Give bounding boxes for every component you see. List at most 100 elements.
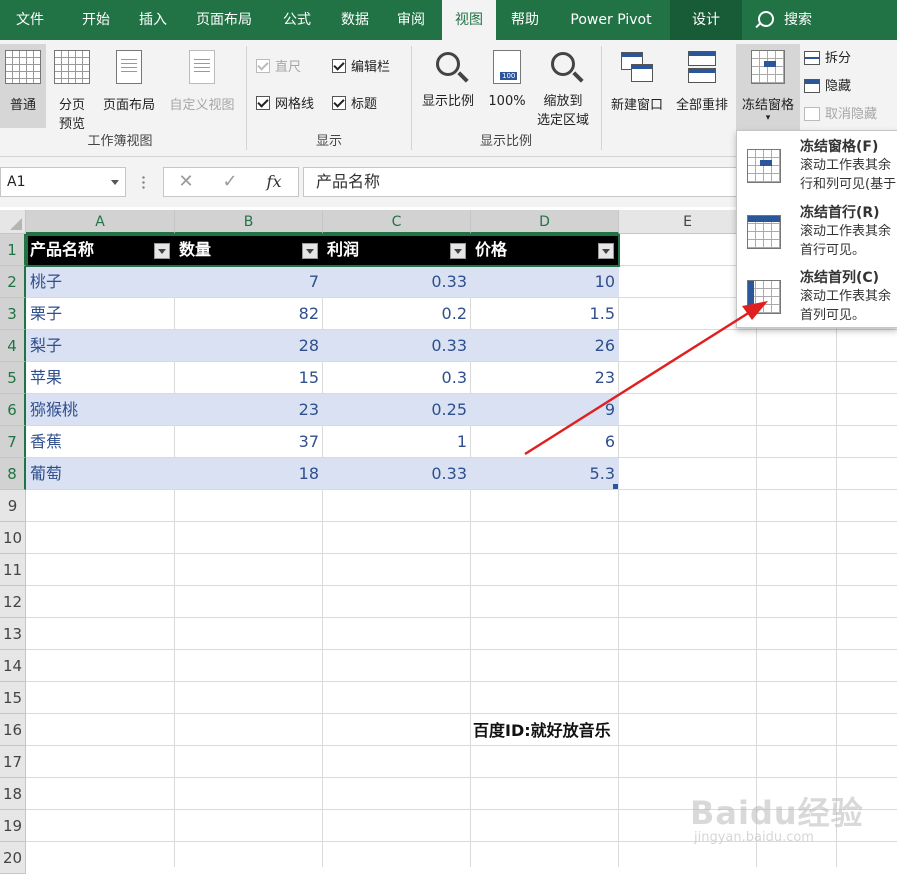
- arrange-all-button[interactable]: 全部重排: [670, 44, 734, 128]
- row-header-4[interactable]: 4: [0, 330, 26, 362]
- table-cell[interactable]: 0.33: [323, 330, 471, 361]
- insert-function-icon[interactable]: fx: [254, 168, 294, 196]
- table-cell[interactable]: 香蕉: [26, 426, 175, 457]
- tab-view[interactable]: 视图: [442, 0, 496, 40]
- row-header-2[interactable]: 2: [0, 266, 26, 298]
- tab-help[interactable]: 帮助: [498, 0, 552, 40]
- table-cell[interactable]: 1.5: [471, 298, 619, 329]
- column-header-c[interactable]: C: [323, 210, 471, 234]
- freeze-panes-button[interactable]: 冻结窗格 ▾: [736, 44, 800, 130]
- column-header-b[interactable]: B: [175, 210, 323, 234]
- table-cell[interactable]: 7: [175, 266, 323, 297]
- table-cell[interactable]: 82: [175, 298, 323, 329]
- column-header-a[interactable]: A: [26, 210, 175, 234]
- drag-handle[interactable]: [142, 175, 145, 189]
- tab-home[interactable]: 开始: [66, 0, 126, 40]
- table-cell[interactable]: 葡萄: [26, 458, 175, 489]
- tab-power-pivot[interactable]: Power Pivot: [558, 0, 664, 40]
- tab-page-layout[interactable]: 页面布局: [186, 0, 262, 40]
- chevron-down-icon[interactable]: [111, 180, 119, 185]
- filter-dropdown-icon[interactable]: [302, 243, 318, 259]
- table-cell[interactable]: 9: [471, 394, 619, 425]
- row-header-20[interactable]: 20: [0, 842, 26, 874]
- tab-data[interactable]: 数据: [326, 0, 384, 40]
- page-layout-view-button[interactable]: 页面布局: [96, 44, 162, 128]
- row-header-14[interactable]: 14: [0, 650, 26, 682]
- filter-dropdown-icon[interactable]: [450, 243, 466, 259]
- tab-design[interactable]: 设计: [670, 0, 742, 40]
- tab-review[interactable]: 审阅: [382, 0, 440, 40]
- table-cell[interactable]: 0.2: [323, 298, 471, 329]
- menu-item-freeze-first-column[interactable]: 冻结首列(C) 滚动工作表其余 首列可见。: [737, 264, 897, 328]
- row-header-17[interactable]: 17: [0, 746, 26, 778]
- row-header-5[interactable]: 5: [0, 362, 26, 394]
- table-header-cell[interactable]: 利润: [323, 234, 471, 266]
- menu-item-freeze-top-row[interactable]: 冻结首行(R) 滚动工作表其余 首行可见。: [737, 199, 897, 263]
- column-header-d[interactable]: D: [471, 210, 619, 234]
- table-cell[interactable]: 栗子: [26, 298, 175, 329]
- filter-dropdown-icon[interactable]: [598, 243, 614, 259]
- table-cell[interactable]: 23: [175, 394, 323, 425]
- zoom-button[interactable]: 显示比例: [416, 44, 480, 128]
- row-header-16[interactable]: 16: [0, 714, 26, 746]
- table-header-cell[interactable]: 数量: [175, 234, 323, 266]
- tab-formulas[interactable]: 公式: [268, 0, 326, 40]
- row-header-7[interactable]: 7: [0, 426, 26, 458]
- table-cell[interactable]: 0.25: [323, 394, 471, 425]
- zoom-to-selection-button[interactable]: 缩放到 选定区域: [530, 44, 596, 128]
- tab-insert[interactable]: 插入: [124, 0, 182, 40]
- table-cell[interactable]: 0.33: [323, 458, 471, 489]
- row-header-19[interactable]: 19: [0, 810, 26, 842]
- table-cell[interactable]: 桃子: [26, 266, 175, 297]
- table-cell[interactable]: 苹果: [26, 362, 175, 393]
- split-button[interactable]: 拆分: [804, 48, 851, 70]
- cancel-icon[interactable]: ✕: [166, 168, 206, 196]
- page-break-preview-button[interactable]: 分页 预览: [50, 44, 94, 132]
- table-cell[interactable]: 23: [471, 362, 619, 393]
- menu-item-freeze-panes[interactable]: 冻结窗格(F) 滚动工作表其余 行和列可见(基于: [737, 133, 897, 197]
- row-header-11[interactable]: 11: [0, 554, 26, 586]
- select-all-corner[interactable]: [0, 210, 26, 234]
- table-cell[interactable]: 1: [323, 426, 471, 457]
- row-header-10[interactable]: 10: [0, 522, 26, 554]
- enter-icon[interactable]: ✓: [210, 168, 250, 196]
- table-cell[interactable]: 0.3: [323, 362, 471, 393]
- row-header-1[interactable]: 1: [0, 234, 26, 266]
- table-resize-handle[interactable]: [613, 484, 618, 489]
- name-box[interactable]: A1: [0, 167, 126, 197]
- table-cell[interactable]: 10: [471, 266, 619, 297]
- table-cell[interactable]: 0.33: [323, 266, 471, 297]
- row-header-18[interactable]: 18: [0, 778, 26, 810]
- row-header-15[interactable]: 15: [0, 682, 26, 714]
- row-header-9[interactable]: 9: [0, 490, 26, 522]
- table-cell[interactable]: 26: [471, 330, 619, 361]
- unhide-button[interactable]: 取消隐藏: [804, 104, 877, 126]
- table-cell[interactable]: 猕猴桃: [26, 394, 175, 425]
- table-cell[interactable]: 37: [175, 426, 323, 457]
- filter-dropdown-icon[interactable]: [154, 243, 170, 259]
- table-cell[interactable]: 15: [175, 362, 323, 393]
- custom-views-button[interactable]: 自定义视图: [162, 44, 242, 128]
- formula-bar-checkbox[interactable]: 编辑栏: [332, 58, 390, 78]
- table-cell[interactable]: 28: [175, 330, 323, 361]
- row-header-3[interactable]: 3: [0, 298, 26, 330]
- normal-view-button[interactable]: 普通: [0, 44, 46, 128]
- zoom-100-button[interactable]: 100 100%: [484, 44, 530, 128]
- row-header-12[interactable]: 12: [0, 586, 26, 618]
- search-icon[interactable]: [758, 11, 774, 27]
- tab-file[interactable]: 文件: [0, 0, 60, 40]
- row-header-6[interactable]: 6: [0, 394, 26, 426]
- table-cell[interactable]: 梨子: [26, 330, 175, 361]
- table-header-cell[interactable]: 价格: [471, 234, 619, 266]
- watermark-cell[interactable]: 百度ID:就好放音乐: [473, 718, 611, 744]
- row-header-8[interactable]: 8: [0, 458, 26, 490]
- table-cell[interactable]: 5.3: [471, 458, 619, 489]
- search-label[interactable]: 搜索: [780, 0, 816, 40]
- table-header-cell[interactable]: 产品名称: [26, 234, 175, 266]
- new-window-button[interactable]: 新建窗口: [604, 44, 670, 128]
- ruler-checkbox[interactable]: 直尺: [256, 58, 301, 78]
- table-cell[interactable]: 6: [471, 426, 619, 457]
- gridlines-checkbox[interactable]: 网格线: [256, 95, 314, 115]
- row-header-13[interactable]: 13: [0, 618, 26, 650]
- hide-button[interactable]: 隐藏: [804, 76, 851, 98]
